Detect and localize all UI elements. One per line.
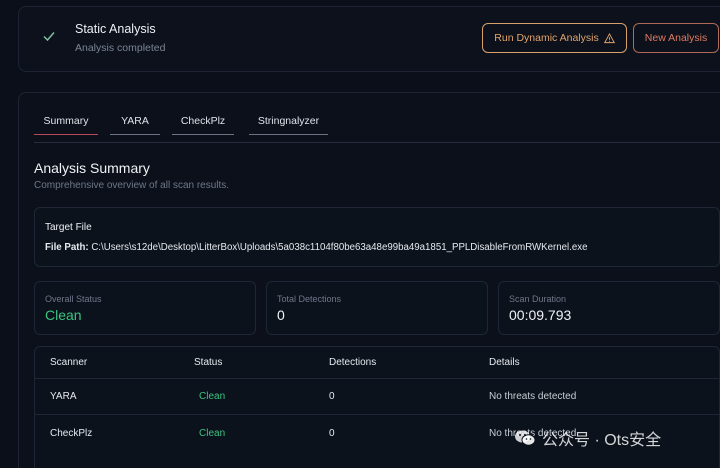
scan-duration-label: Scan Duration bbox=[509, 294, 567, 304]
watermark-text: 公众号 · Ots安全 bbox=[542, 432, 662, 449]
total-detections-card bbox=[266, 281, 488, 335]
tab-stringnalyzer[interactable]: Stringnalyzer bbox=[249, 115, 328, 135]
run-dynamic-analysis-button[interactable]: Run Dynamic Analysis bbox=[482, 23, 627, 53]
overall-status-value: Clean bbox=[45, 307, 82, 323]
check-icon bbox=[43, 32, 55, 42]
row-detections: 0 bbox=[329, 391, 335, 402]
run-dynamic-analysis-label: Run Dynamic Analysis bbox=[494, 32, 599, 44]
tab-yara[interactable]: YARA bbox=[110, 115, 160, 135]
tab-summary[interactable]: Summary bbox=[34, 115, 98, 135]
target-file-box bbox=[34, 207, 720, 267]
warning-icon bbox=[603, 32, 615, 43]
row-detections: 0 bbox=[329, 428, 335, 439]
new-analysis-label: New Analysis bbox=[644, 32, 708, 44]
tab-divider bbox=[34, 142, 720, 143]
row-details: No threats detected bbox=[489, 391, 577, 402]
summary-subtitle: Comprehensive overview of all scan resul… bbox=[34, 180, 230, 191]
row-divider bbox=[35, 414, 719, 415]
header-status: Status bbox=[194, 357, 223, 368]
header-scanner: Scanner bbox=[50, 357, 88, 368]
overall-status-label: Overall Status bbox=[45, 294, 102, 304]
new-analysis-button[interactable]: New Analysis bbox=[633, 23, 719, 53]
row-status: Clean bbox=[199, 428, 226, 439]
tab-checkplz[interactable]: CheckPlz bbox=[172, 115, 234, 135]
row-scanner: CheckPlz bbox=[50, 428, 93, 439]
row-scanner: YARA bbox=[50, 391, 77, 402]
file-path: File Path: C:\Users\s12de\Desktop\Litter… bbox=[45, 242, 587, 253]
header-details: Details bbox=[489, 357, 520, 368]
header-detections: Detections bbox=[329, 357, 377, 368]
wechat-icon bbox=[515, 430, 536, 446]
status-title: Static Analysis bbox=[75, 22, 156, 36]
summary-title: Analysis Summary bbox=[34, 160, 150, 176]
watermark: 公众号 · Ots安全 bbox=[514, 426, 661, 450]
row-divider bbox=[35, 378, 719, 379]
scan-duration-value: 00:09.793 bbox=[509, 307, 572, 323]
row-status: Clean bbox=[199, 391, 226, 402]
status-subtitle: Analysis completed bbox=[75, 42, 166, 54]
target-file-heading: Target File bbox=[45, 222, 92, 233]
file-path-label: File Path: bbox=[45, 242, 89, 253]
file-path-value: C:\Users\s12de\Desktop\LitterBox\Uploads… bbox=[91, 242, 588, 253]
total-detections-value: 0 bbox=[277, 307, 285, 323]
total-detections-label: Total Detections bbox=[277, 294, 342, 304]
